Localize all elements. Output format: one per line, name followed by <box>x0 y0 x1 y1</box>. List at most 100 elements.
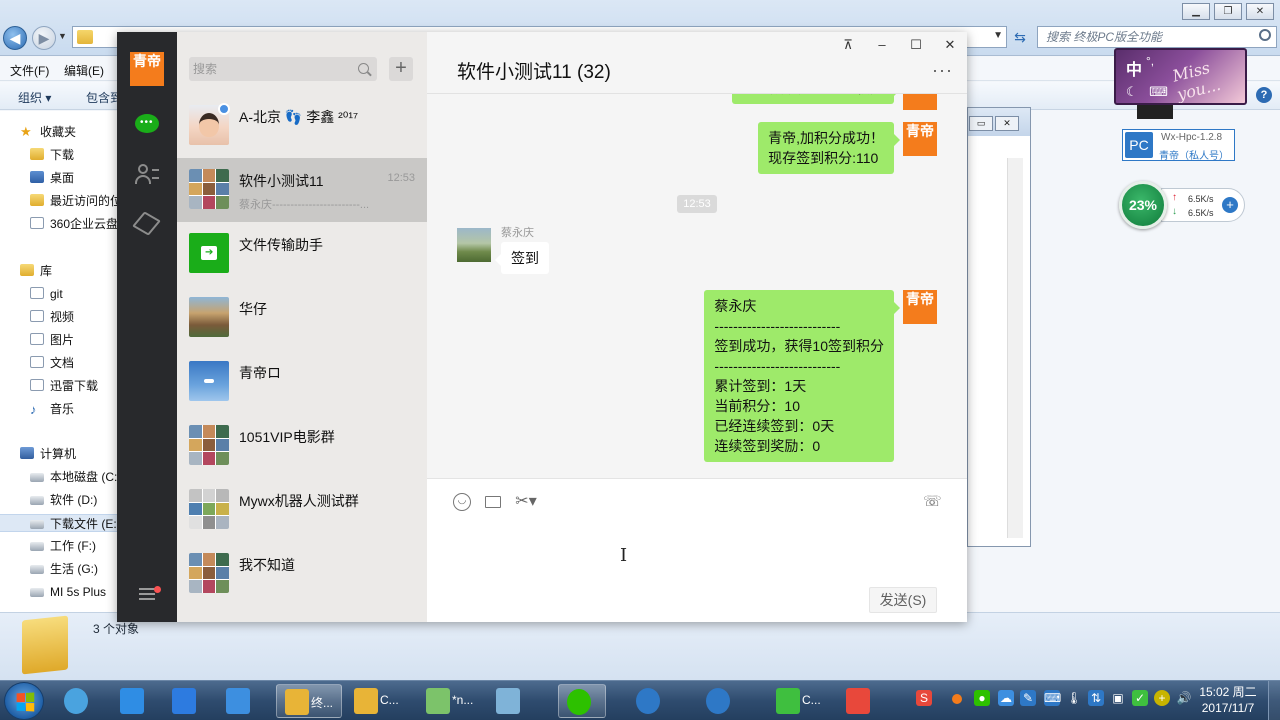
sidebar-item[interactable]: 本地磁盘 (C: <box>30 468 117 486</box>
search-icon[interactable] <box>358 63 369 74</box>
sogou-icon[interactable]: S <box>916 690 932 706</box>
ime-mode-icons[interactable]: ☾ ⌨ <box>1126 84 1172 100</box>
close-button[interactable]: ✕ <box>940 37 960 53</box>
status-dot-icon[interactable] <box>952 694 962 704</box>
input-tray-icon[interactable]: ⌨ <box>1044 690 1061 706</box>
sidebar-item[interactable]: 工作 (F:) <box>30 537 96 555</box>
scrollbar[interactable] <box>1007 158 1023 538</box>
organize-button[interactable]: 组织 ▾ <box>18 89 51 106</box>
explorer-search-input[interactable]: 搜索 终极PC版全功能 <box>1037 26 1277 48</box>
sidebar-item[interactable]: MI 5s Plus <box>30 583 106 601</box>
sidebar-item[interactable]: 视频 <box>30 308 74 326</box>
conversation-item[interactable]: Mywx机器人测试群 <box>177 478 427 542</box>
back-button[interactable]: ◀ <box>3 26 27 50</box>
refresh-icon[interactable]: ⇆ <box>1009 27 1031 47</box>
pen-tray-icon[interactable]: ✎ <box>1020 690 1036 706</box>
start-button[interactable] <box>4 682 44 720</box>
search-icon[interactable] <box>1259 29 1271 41</box>
system-clock[interactable]: 15:02 周二 2017/11/7 <box>1192 684 1264 716</box>
sidebar-item[interactable]: 桌面 <box>30 169 74 187</box>
sidebar-item[interactable]: 软件 (D:) <box>30 491 97 509</box>
conversation-item[interactable]: 华仔 <box>177 286 427 350</box>
taskbar-button[interactable] <box>112 684 160 718</box>
self-message-avatar[interactable]: 青帝 <box>903 122 937 156</box>
taskbar-button[interactable] <box>628 684 676 718</box>
restore-button[interactable]: ▭ <box>969 116 993 131</box>
menu-file[interactable]: 文件(F) <box>10 62 49 79</box>
taskbar-button[interactable] <box>56 684 104 718</box>
accelerate-plus-icon[interactable]: + <box>1222 197 1238 213</box>
sidebar-item[interactable]: 文档 <box>30 354 74 372</box>
taskbar-button[interactable] <box>488 684 536 718</box>
member-avatar[interactable] <box>457 228 491 262</box>
sidebar-item[interactable]: 下载文件 (E: <box>0 514 118 532</box>
sidebar-item[interactable]: 360企业云盘 <box>30 215 118 233</box>
network-tray-icon[interactable]: ⇅ <box>1088 690 1104 706</box>
taskbar-button[interactable]: C... <box>346 684 412 718</box>
security-icon[interactable]: + <box>1154 690 1170 706</box>
message-bubble[interactable]: 签到成功加10签到积分 <box>732 94 900 104</box>
sidebar-item[interactable]: 最近访问的位 <box>30 192 122 210</box>
video-call-icon[interactable]: ☏ <box>923 493 942 511</box>
sidebar-item[interactable]: ♪ 音乐 <box>30 400 74 418</box>
send-file-icon[interactable] <box>484 493 502 511</box>
wechat-tray-icon[interactable]: ● <box>974 690 990 706</box>
taskbar-button[interactable]: 终... <box>276 684 342 718</box>
conversation-item[interactable]: A-北京 👣 李鑫 ²⁰¹⁷ <box>177 94 427 158</box>
sidebar-item[interactable]: 计算机 <box>20 445 76 463</box>
conversation-item[interactable]: 1051VIP电影群 <box>177 414 427 478</box>
message-input-area[interactable]: ◡ ✂▾ ☏ I 发送(S) <box>427 478 967 622</box>
message-bubble[interactable]: 签到 <box>495 242 549 274</box>
volume-icon[interactable]: 🔊 <box>1176 690 1192 706</box>
wechat-search-input[interactable]: 搜索 <box>189 57 377 81</box>
help-icon[interactable]: ? <box>1256 87 1272 103</box>
device-icon[interactable]: ▣ <box>1110 690 1126 706</box>
send-button[interactable]: 发送(S) <box>869 587 937 613</box>
ime-language-indicator[interactable]: 中 <box>1126 56 1142 80</box>
sidebar-item[interactable]: 迅雷下载 <box>30 377 98 395</box>
show-desktop-button[interactable] <box>1268 681 1280 720</box>
minimize-button[interactable]: – <box>872 37 892 53</box>
sidebar-item[interactable]: git <box>30 285 63 303</box>
pc-client-badge[interactable]: PC Wx-Hpc-1.2.8 青帝（私人号） <box>1122 129 1235 162</box>
message-area[interactable]: 签到成功加10签到积分 青帝 青帝,加积分成功！ 现存签到积分:110 青帝 1… <box>427 94 967 478</box>
network-speed-widget[interactable]: ↑ 6.5K/s ↓ 6.5K/s + 23% <box>1119 181 1245 229</box>
sidebar-item[interactable]: 下载 <box>30 146 74 164</box>
sidebar-item[interactable]: 生活 (G:) <box>30 560 98 578</box>
menu-edit[interactable]: 编辑(E) <box>64 62 104 79</box>
minimize-button[interactable]: ▁ <box>1182 3 1210 20</box>
sidebar-item[interactable]: 库 <box>20 262 52 280</box>
sidebar-item[interactable]: ★ 收藏夹 <box>20 123 76 141</box>
thermometer-icon[interactable]: 🌡 <box>1066 690 1082 706</box>
conversation-item[interactable]: ➔ 文件传输助手 <box>177 222 427 286</box>
taskbar-button[interactable]: *n... <box>418 684 484 718</box>
self-message-avatar[interactable]: 青帝 <box>903 290 937 324</box>
close-button[interactable]: ✕ <box>995 116 1019 131</box>
history-dropdown-icon[interactable]: ▼ <box>58 31 67 41</box>
conversation-item[interactable]: 软件小测试11 蔡永庆------------------------... 12:… <box>177 158 427 222</box>
emoji-icon[interactable]: ◡ <box>453 493 471 511</box>
ime-toolbar[interactable]: 中 °, Miss you... ☾ ⌨ <box>1114 48 1247 105</box>
taskbar-button[interactable] <box>698 684 746 718</box>
conversation-item[interactable]: 我不知道 <box>177 542 427 606</box>
forward-button[interactable]: ▶ <box>32 26 56 50</box>
taskbar-button[interactable] <box>164 684 212 718</box>
chat-icon[interactable]: ••• <box>135 114 159 136</box>
start-group-chat-button[interactable]: + <box>389 57 413 81</box>
sidebar-item[interactable]: 图片 <box>30 331 74 349</box>
contacts-icon[interactable] <box>135 164 159 186</box>
pin-window-button[interactable]: ⊼ <box>838 37 858 53</box>
close-button[interactable]: ✕ <box>1246 3 1274 20</box>
taskbar-button[interactable]: C... <box>768 684 834 718</box>
ime-punctuation-mark[interactable]: °, <box>1146 54 1154 68</box>
taskbar-button[interactable] <box>838 684 886 718</box>
chevron-down-icon[interactable]: ▼ <box>993 30 1003 41</box>
self-avatar[interactable]: 青帝 <box>130 52 164 86</box>
menu-icon[interactable] <box>139 588 155 600</box>
memory-usage-ball[interactable]: 23% <box>1119 181 1167 229</box>
conversation-item[interactable]: 青帝ロ <box>177 350 427 414</box>
taskbar-button[interactable] <box>218 684 266 718</box>
restore-button[interactable]: ❐ <box>1214 3 1242 20</box>
more-options-icon[interactable]: ··· <box>932 60 953 81</box>
screenshot-scissors-icon[interactable]: ✂▾ <box>513 493 539 511</box>
